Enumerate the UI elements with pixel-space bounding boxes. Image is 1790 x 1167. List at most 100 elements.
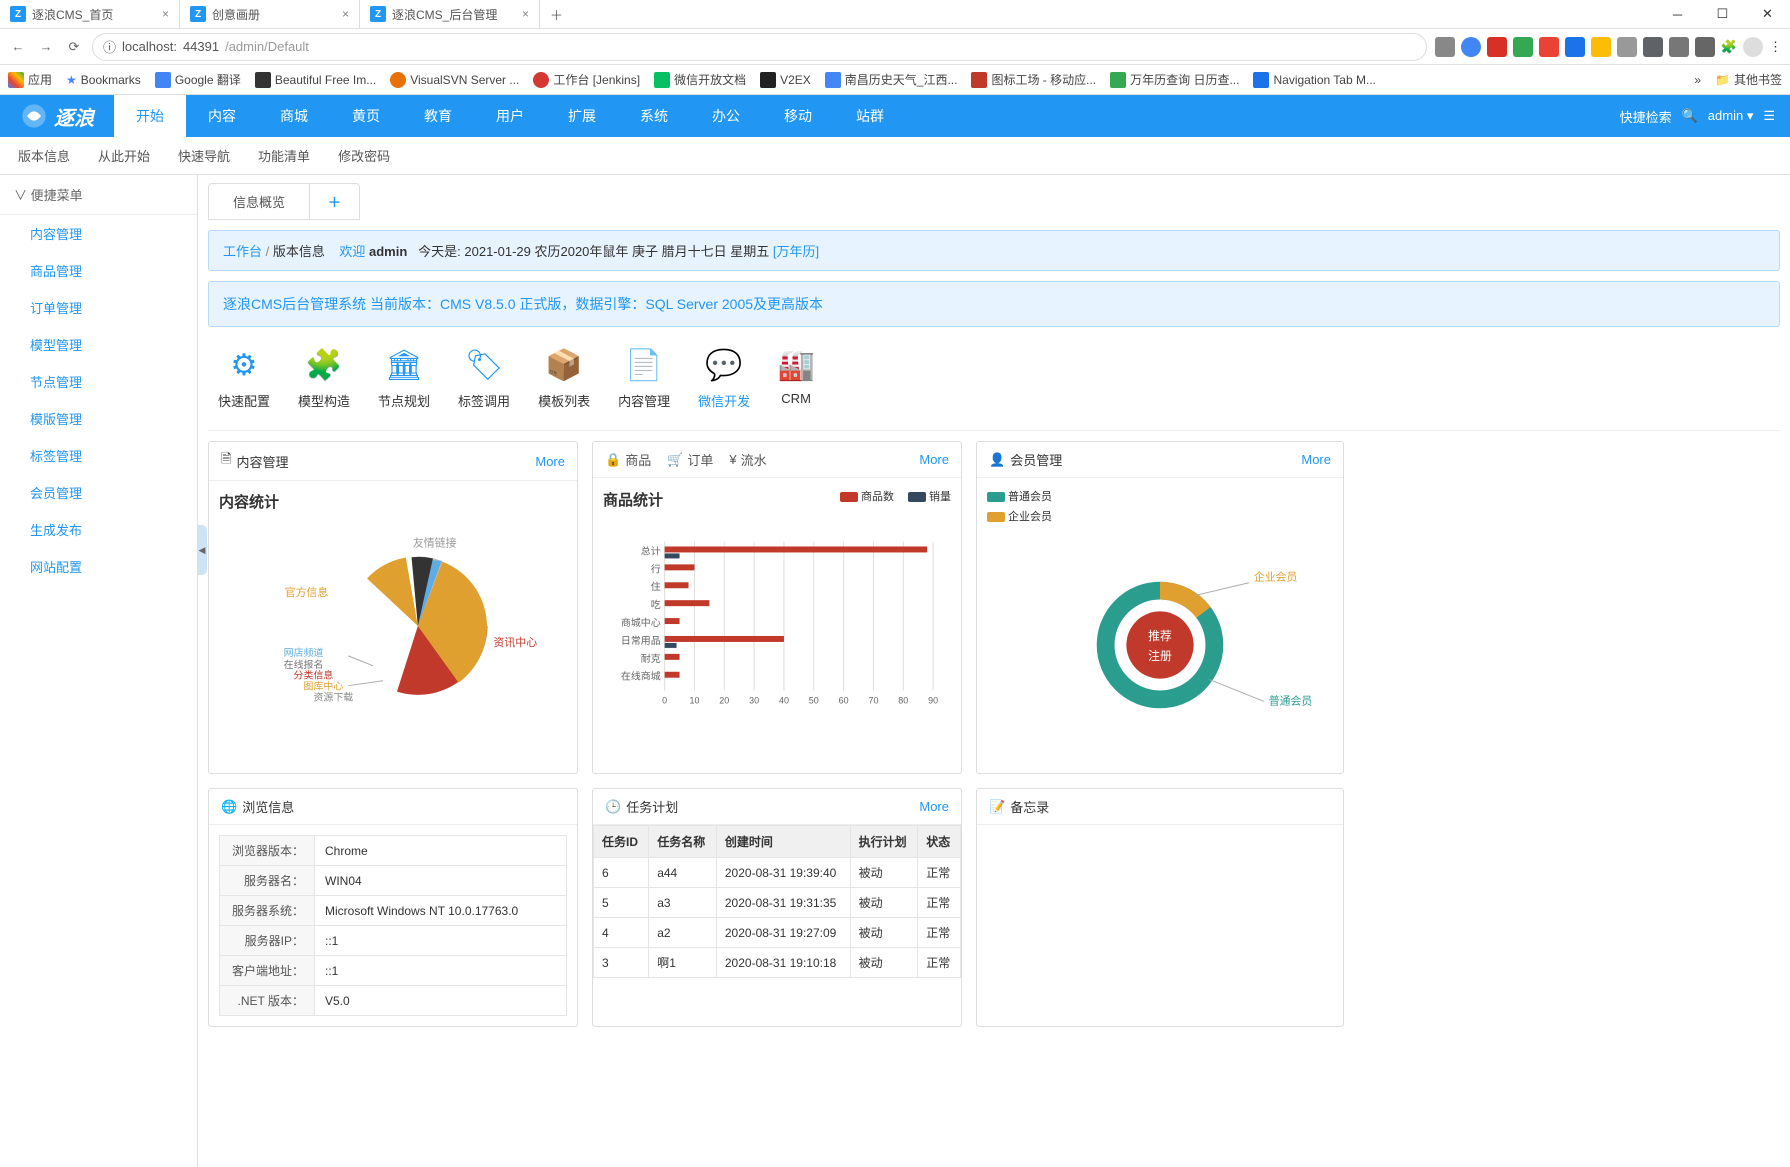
quick-model[interactable]: 🧩模型构造 — [298, 347, 350, 410]
bookmark-item[interactable]: 微信开放文档 — [654, 71, 746, 88]
apps-button[interactable]: 应用 — [8, 71, 52, 88]
site-info-icon[interactable]: ⓘ — [103, 37, 116, 56]
minimize-button[interactable]: ─ — [1655, 0, 1700, 29]
sidebar-collapse-button[interactable]: ◀ — [197, 525, 207, 575]
quick-template[interactable]: 📦模板列表 — [538, 347, 590, 410]
tab-add-button[interactable]: ＋ — [310, 184, 359, 219]
close-icon[interactable]: × — [342, 7, 349, 21]
extension-icon[interactable] — [1565, 37, 1585, 57]
quick-crm[interactable]: 🏭CRM — [778, 347, 814, 410]
close-button[interactable]: ✕ — [1745, 0, 1790, 29]
bookmark-item[interactable]: Google 翻译 — [155, 71, 241, 88]
extension-icon[interactable] — [1669, 37, 1689, 57]
other-bookmarks[interactable]: 📁其他书签 — [1715, 71, 1782, 88]
extension-icon[interactable] — [1695, 37, 1715, 57]
menu-toggle-icon[interactable]: ☰ — [1763, 108, 1775, 124]
extensions-button[interactable]: 🧩 — [1721, 39, 1737, 55]
sidebar-item-template[interactable]: 模版管理 — [0, 400, 197, 437]
subnav-features[interactable]: 功能清单 — [258, 146, 310, 165]
chart-title: 商品统计 — [603, 489, 663, 510]
subnav-version[interactable]: 版本信息 — [18, 146, 70, 165]
tab-flow[interactable]: ¥流水 — [729, 450, 766, 469]
bookmark-item[interactable]: 南昌历史天气_江西... — [825, 71, 958, 88]
bookmark-item[interactable]: Navigation Tab M... — [1253, 72, 1376, 88]
bookmark-item[interactable]: 万年历查询 日历查... — [1110, 71, 1239, 88]
table-row[interactable]: 6a442020-08-31 19:39:40被动正常 — [594, 858, 961, 888]
browser-tab[interactable]: Z 逐浪CMS_首页 × — [0, 0, 180, 28]
more-link[interactable]: More — [919, 452, 949, 467]
nav-system[interactable]: 系统 — [618, 95, 690, 137]
nav-office[interactable]: 办公 — [690, 95, 762, 137]
table-row[interactable]: 3啊12020-08-31 19:10:18被动正常 — [594, 948, 961, 978]
nav-user[interactable]: 用户 — [474, 95, 546, 137]
close-icon[interactable]: × — [162, 7, 169, 21]
extension-icon[interactable] — [1539, 37, 1559, 57]
nav-content[interactable]: 内容 — [186, 95, 258, 137]
bookmark-item[interactable]: VisualSVN Server ... — [390, 72, 519, 88]
extension-icon[interactable] — [1617, 37, 1637, 57]
nav-start[interactable]: 开始 — [114, 95, 186, 137]
quick-node[interactable]: 🏛节点规划 — [378, 347, 430, 410]
sidebar-item-model[interactable]: 模型管理 — [0, 326, 197, 363]
sidebar-item-config[interactable]: 网站配置 — [0, 548, 197, 585]
forward-button[interactable]: → — [36, 37, 56, 57]
sidebar-item-tag[interactable]: 标签管理 — [0, 437, 197, 474]
user-dropdown[interactable]: admin ▾ — [1708, 108, 1754, 124]
extension-icon[interactable] — [1461, 37, 1481, 57]
nav-yellowpage[interactable]: 黄页 — [330, 95, 402, 137]
maximize-button[interactable]: ☐ — [1700, 0, 1745, 29]
bookmark-item[interactable]: 图标工场 - 移动应... — [971, 71, 1096, 88]
extension-icon[interactable] — [1643, 37, 1663, 57]
extension-icon[interactable] — [1591, 37, 1611, 57]
app-logo[interactable]: 逐浪 — [0, 102, 114, 131]
sidebar-item-order[interactable]: 订单管理 — [0, 289, 197, 326]
quick-search-link[interactable]: 快捷检索 — [1620, 107, 1672, 126]
bookmark-item[interactable]: Beautiful Free Im... — [255, 72, 376, 88]
extension-icon[interactable] — [1487, 37, 1507, 57]
extension-icon[interactable] — [1513, 37, 1533, 57]
sidebar-item-node[interactable]: 节点管理 — [0, 363, 197, 400]
sidebar-item-member[interactable]: 会员管理 — [0, 474, 197, 511]
nav-sitegroup[interactable]: 站群 — [834, 95, 906, 137]
table-row[interactable]: 5a32020-08-31 19:31:35被动正常 — [594, 888, 961, 918]
bookmark-overflow[interactable]: » — [1694, 73, 1701, 87]
new-tab-button[interactable]: ＋ — [540, 0, 573, 28]
extension-icon[interactable] — [1435, 37, 1455, 57]
quick-tag[interactable]: 🏷标签调用 — [458, 347, 510, 410]
quick-content[interactable]: 📄内容管理 — [618, 347, 670, 410]
bookmark-item[interactable]: 工作台 [Jenkins] — [533, 71, 640, 88]
quick-wechat[interactable]: 💬微信开发 — [698, 347, 750, 410]
nav-mobile[interactable]: 移动 — [762, 95, 834, 137]
search-icon[interactable]: 🔍 — [1682, 108, 1698, 124]
browser-tab[interactable]: Z 创意画册 × — [180, 0, 360, 28]
more-link[interactable]: More — [535, 454, 565, 469]
back-button[interactable]: ← — [8, 37, 28, 57]
tab-overview[interactable]: 信息概览 — [209, 184, 310, 219]
table-row[interactable]: 4a22020-08-31 19:27:09被动正常 — [594, 918, 961, 948]
nav-extension[interactable]: 扩展 — [546, 95, 618, 137]
close-icon[interactable]: × — [522, 7, 529, 21]
url-input[interactable]: ⓘ localhost:44391/admin/Default — [92, 33, 1427, 61]
profile-icon[interactable] — [1743, 37, 1763, 57]
more-link[interactable]: More — [1301, 452, 1331, 467]
tab-orders[interactable]: 🛒订单 — [667, 450, 713, 469]
reload-button[interactable]: ⟳ — [64, 37, 84, 57]
subnav-start[interactable]: 从此开始 — [98, 146, 150, 165]
bookmark-item[interactable]: V2EX — [760, 72, 811, 88]
sidebar-item-content[interactable]: 内容管理 — [0, 215, 197, 252]
tab-products[interactable]: 🔒商品 — [605, 450, 651, 469]
calendar-link[interactable]: [万年历] — [773, 244, 819, 259]
sidebar-item-publish[interactable]: 生成发布 — [0, 511, 197, 548]
subnav-quicknav[interactable]: 快速导航 — [178, 146, 230, 165]
sidebar-header[interactable]: ∨ 便捷菜单 — [0, 175, 197, 215]
sidebar-item-product[interactable]: 商品管理 — [0, 252, 197, 289]
breadcrumb-workbench[interactable]: 工作台 — [223, 244, 262, 259]
nav-education[interactable]: 教育 — [402, 95, 474, 137]
bookmark-item[interactable]: ★Bookmarks — [66, 73, 141, 87]
quick-config[interactable]: ⚙快速配置 — [218, 347, 270, 410]
subnav-password[interactable]: 修改密码 — [338, 146, 390, 165]
menu-button[interactable]: ⋮ — [1769, 39, 1782, 55]
browser-tab[interactable]: Z 逐浪CMS_后台管理 × — [360, 0, 540, 28]
nav-shop[interactable]: 商城 — [258, 95, 330, 137]
more-link[interactable]: More — [919, 799, 949, 814]
